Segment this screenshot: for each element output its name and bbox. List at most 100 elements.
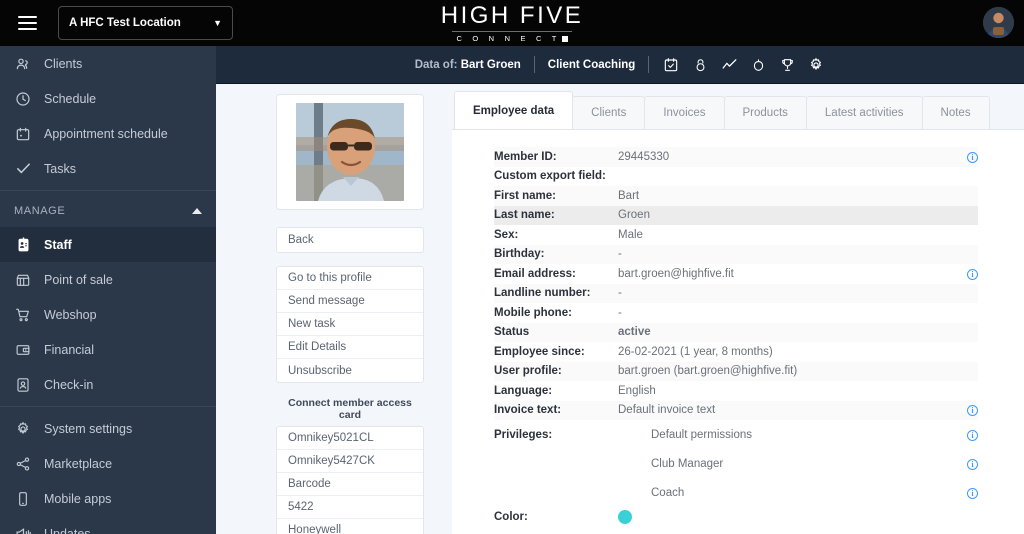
row-value: - xyxy=(618,283,948,303)
right-panel: Employee data Clients Invoices Products … xyxy=(452,84,1024,534)
privileges-label: Privileges: xyxy=(494,428,553,441)
tab-notes[interactable]: Notes xyxy=(921,96,990,129)
info-icon[interactable]: i xyxy=(967,429,978,441)
calendar-check-icon[interactable] xyxy=(662,56,680,74)
sidebar-item-system-settings[interactable]: System settings xyxy=(0,411,216,446)
separator-2 xyxy=(648,56,650,73)
access-card-list: Omnikey5021CL Omnikey5427CK Barcode 5422… xyxy=(276,426,424,534)
top-bar: A HFC Test Location ▼ HIGH FIVE C O N N … xyxy=(0,0,1024,46)
separator xyxy=(533,56,535,73)
tab-bar: Employee data Clients Invoices Products … xyxy=(452,89,1024,129)
action-send-message[interactable]: Send message xyxy=(277,290,423,313)
action-unsubscribe[interactable]: Unsubscribe xyxy=(277,359,423,382)
row-info xyxy=(948,205,978,225)
tab-products[interactable]: Products xyxy=(723,96,807,129)
info-icon[interactable]: i xyxy=(967,151,978,163)
row-label: Member ID: xyxy=(494,147,618,167)
brand-subtitle: C O N N E C T xyxy=(456,35,568,43)
tab-label: Clients xyxy=(591,107,627,119)
action-edit-details[interactable]: Edit Details xyxy=(277,336,423,359)
row-info xyxy=(948,342,978,362)
back-button[interactable]: Back xyxy=(276,227,424,253)
avatar[interactable] xyxy=(983,7,1014,38)
sidebar-item-label: Check-in xyxy=(44,377,94,392)
sidebar-item-financial[interactable]: Financial xyxy=(0,332,216,367)
table-row: Last name: Groen xyxy=(494,205,978,225)
row-info xyxy=(948,283,978,303)
row-info xyxy=(948,507,978,527)
row-label-empty xyxy=(494,449,618,478)
location-select[interactable]: A HFC Test Location ▼ xyxy=(58,6,233,40)
chevron-up-icon xyxy=(192,208,202,214)
table-row: Email address: bart.groen@highfive.fit i xyxy=(494,264,978,284)
line-chart-icon[interactable] xyxy=(720,56,738,74)
sidebar-item-staff[interactable]: Staff xyxy=(0,227,216,262)
table-row: Language: English xyxy=(494,381,978,401)
sidebar-item-label: Clients xyxy=(44,56,83,71)
list-item[interactable]: Omnikey5021CL xyxy=(277,427,423,450)
sidebar-group-label: MANAGE xyxy=(14,205,66,217)
sidebar-item-webshop[interactable]: Webshop xyxy=(0,297,216,332)
table-row: Custom export field: xyxy=(494,167,978,187)
sidebar-item-label: Schedule xyxy=(44,91,97,106)
table-row: Birthday: - xyxy=(494,244,978,264)
sidebar-group-manage[interactable]: MANAGE xyxy=(0,195,216,227)
sidebar-item-schedule[interactable]: Schedule xyxy=(0,81,216,116)
row-value: Groen xyxy=(618,205,948,225)
tab-clients[interactable]: Clients xyxy=(572,96,646,129)
trophy-icon[interactable] xyxy=(778,56,796,74)
info-icon[interactable]: i xyxy=(967,405,978,417)
row-label-empty xyxy=(494,478,618,507)
sidebar-item-appointment-schedule[interactable]: Appointment schedule xyxy=(0,116,216,151)
tab-panel-employee-data: Member ID: 29445330 i Custom export fiel… xyxy=(452,129,1024,534)
employee-data-table: Member ID: 29445330 i Custom export fiel… xyxy=(494,147,978,527)
sidebar-item-marketplace[interactable]: Marketplace xyxy=(0,446,216,481)
table-row: Invoice text: Default invoice text i xyxy=(494,400,978,420)
megaphone-icon xyxy=(14,525,32,534)
sidebar-item-tasks[interactable]: Tasks xyxy=(0,151,216,186)
row-label: Mobile phone: xyxy=(494,306,572,319)
list-item[interactable]: 5422 xyxy=(277,496,423,519)
tab-employee-data[interactable]: Employee data xyxy=(454,91,574,129)
row-info: i xyxy=(948,420,978,449)
left-panel: Back Go to this profile Send message New… xyxy=(216,84,452,534)
kettlebell-icon[interactable] xyxy=(691,56,709,74)
action-label: Go to this profile xyxy=(288,272,372,284)
gear-icon[interactable] xyxy=(807,56,825,74)
row-label: Invoice text: xyxy=(494,400,618,420)
sub-header-icons xyxy=(662,56,825,74)
list-item[interactable]: Honeywell xyxy=(277,519,423,534)
list-item[interactable]: Barcode xyxy=(277,473,423,496)
sidebar-item-clients[interactable]: Clients xyxy=(0,46,216,81)
info-icon[interactable]: i xyxy=(967,458,978,470)
tab-label: Employee data xyxy=(473,104,555,117)
row-label: First name: xyxy=(494,186,618,206)
row-info xyxy=(948,322,978,342)
info-icon[interactable]: i xyxy=(967,487,978,499)
action-new-task[interactable]: New task xyxy=(277,313,423,336)
tab-invoices[interactable]: Invoices xyxy=(644,96,725,129)
color-swatch[interactable] xyxy=(618,509,632,524)
row-info: i xyxy=(948,264,978,284)
data-of-name: Bart Groen xyxy=(460,58,521,71)
sidebar-item-point-of-sale[interactable]: Point of sale xyxy=(0,262,216,297)
row-label: User profile: xyxy=(494,361,618,381)
share-icon xyxy=(14,455,32,473)
list-item[interactable]: Omnikey5427CK xyxy=(277,450,423,473)
row-value: - xyxy=(618,306,622,319)
info-icon[interactable]: i xyxy=(967,268,978,280)
sidebar-item-updates[interactable]: Updates xyxy=(0,516,216,534)
sidebar-item-label: Marketplace xyxy=(44,456,113,471)
sidebar-item-mobile-apps[interactable]: Mobile apps xyxy=(0,481,216,516)
action-go-to-profile[interactable]: Go to this profile xyxy=(277,267,423,290)
tab-latest-activities[interactable]: Latest activities xyxy=(805,96,923,129)
actions-list: Go to this profile Send message New task… xyxy=(276,266,424,383)
sidebar-item-label: Webshop xyxy=(44,307,97,322)
color-label: Color: xyxy=(494,510,528,523)
table-row: Status active xyxy=(494,322,978,342)
sidebar-item-check-in[interactable]: Check-in xyxy=(0,367,216,402)
id-card-icon xyxy=(14,376,32,394)
hamburger-icon[interactable] xyxy=(4,0,50,46)
apple-icon[interactable] xyxy=(749,56,767,74)
action-label: Unsubscribe xyxy=(288,364,352,377)
